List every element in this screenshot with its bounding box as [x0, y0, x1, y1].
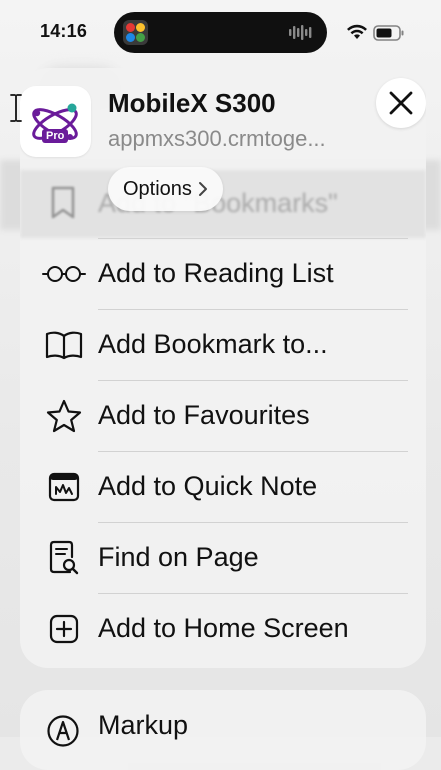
menu-item-favourites[interactable]: Add to Favourites: [20, 380, 426, 451]
battery-icon: [373, 25, 404, 41]
menu-item-find-on-page[interactable]: Find on Page: [20, 522, 426, 593]
wifi-icon: [347, 24, 367, 39]
book-icon: [42, 327, 86, 363]
add-square-icon: [42, 611, 86, 647]
close-button[interactable]: [376, 78, 426, 128]
status-time: 14:16: [40, 21, 88, 41]
markup-pen-icon: [47, 715, 79, 747]
audio-wave-icon: [289, 25, 312, 40]
markup-label: Markup: [98, 710, 189, 740]
menu-item-label: Find on Page: [98, 542, 259, 572]
app-header: Pro MobileX S300 appmxs300.crmtoge...: [20, 68, 426, 178]
menu-item-label: Add to Home Screen: [98, 613, 349, 643]
bookmark-icon: [51, 186, 75, 219]
markup-card[interactable]: Markup: [20, 690, 426, 770]
menu-item-quick-note[interactable]: Add to Quick Note: [20, 451, 426, 522]
star-icon: [42, 398, 86, 434]
chevron-right-icon: [198, 182, 207, 196]
close-icon: [389, 91, 413, 115]
app-icon: Pro: [20, 86, 91, 157]
options-label: Options: [123, 177, 192, 200]
glasses-icon: [42, 256, 86, 292]
options-button[interactable]: Options: [108, 167, 223, 211]
status-bar: 14:16: [0, 0, 441, 62]
app-url: appmxs300.crmtoge...: [108, 126, 326, 151]
menu-item-label: Add Bookmark to...: [98, 329, 328, 359]
find-on-page-icon: [42, 540, 86, 576]
menu-list: Add to Reading List Add Bookmark to... A…: [20, 238, 426, 664]
app-name: MobileX S300: [108, 88, 276, 118]
menu-item-label: Add to Quick Note: [98, 471, 318, 501]
dynamic-island[interactable]: [114, 12, 327, 53]
atom-logo-icon: [32, 103, 78, 140]
menu-item-add-bookmark-to[interactable]: Add Bookmark to...: [20, 309, 426, 380]
menu-item-home-screen[interactable]: Add to Home Screen: [20, 593, 426, 664]
quick-note-icon: [42, 469, 86, 505]
island-app-icon: [123, 20, 148, 45]
pro-badge: Pro: [42, 129, 69, 143]
menu-item-label: Add to Favourites: [98, 400, 310, 430]
menu-item-label: Add to Reading List: [98, 258, 334, 288]
text-cursor-icon: [10, 94, 22, 122]
menu-item-reading-list[interactable]: Add to Reading List: [20, 238, 426, 309]
share-menu-card: Add to "Bookmarks" Pro MobileX S300 appm…: [20, 68, 426, 668]
